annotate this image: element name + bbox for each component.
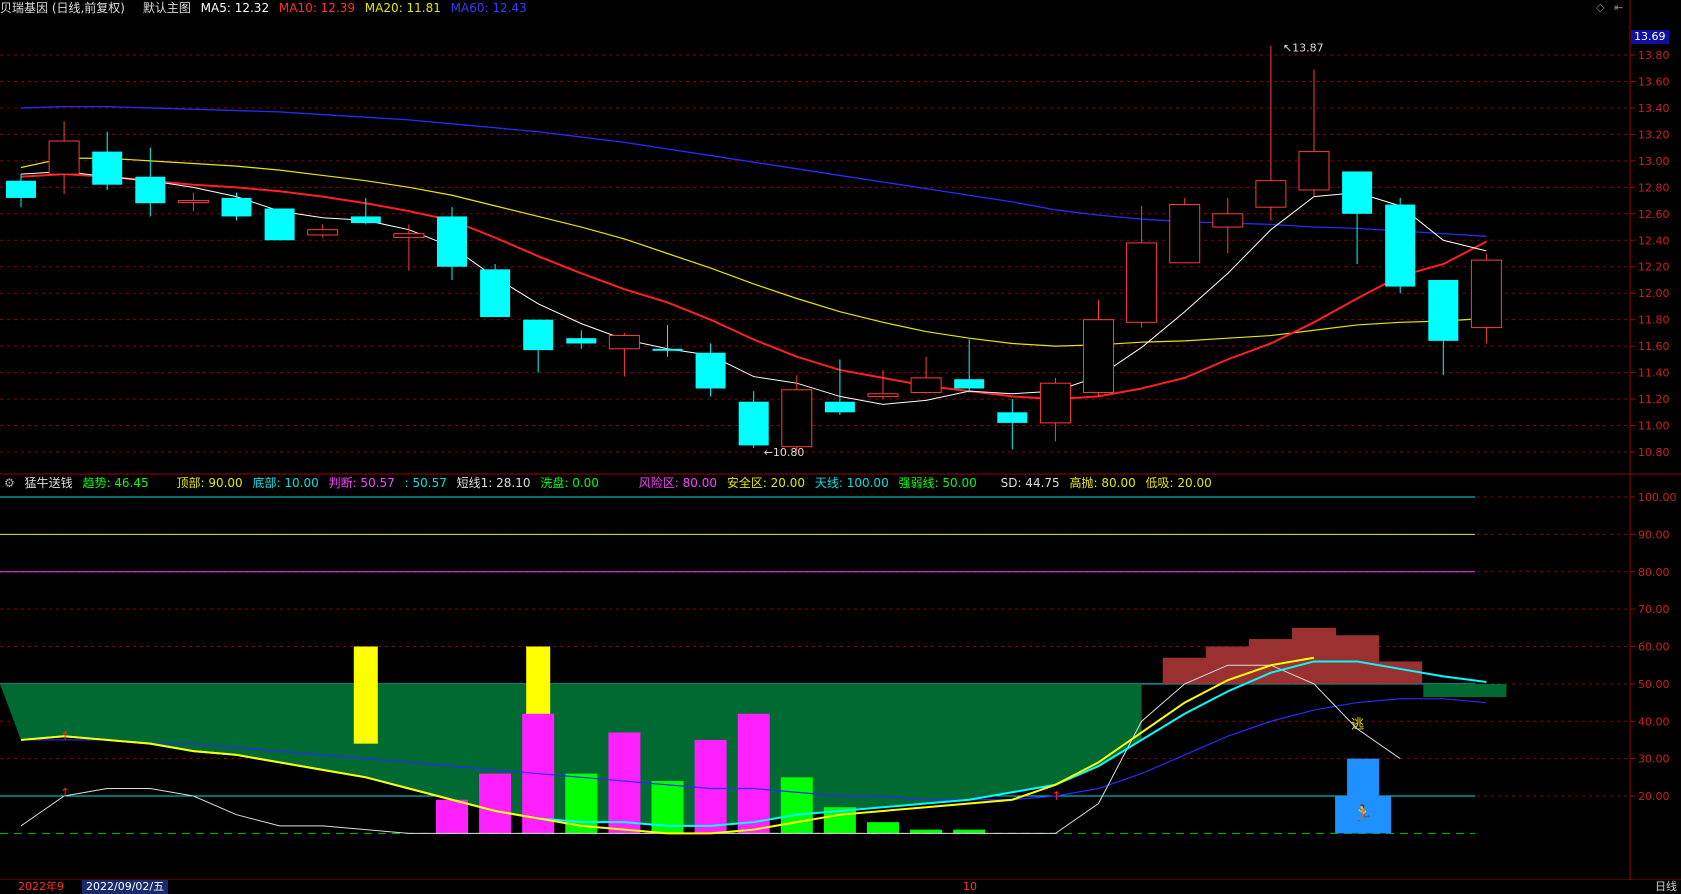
candle-body-down	[695, 352, 726, 389]
selected-date: 2022/09/02/五	[82, 880, 169, 894]
price-tick-label: 12.60	[1638, 208, 1670, 221]
candle-body-up	[1212, 213, 1244, 228]
green-area-right	[1423, 683, 1507, 697]
candle-body-down	[566, 338, 597, 344]
candle-body-up	[177, 200, 209, 204]
candle-body-up	[910, 377, 942, 393]
red-bar	[1378, 661, 1423, 684]
magenta-bar	[479, 773, 512, 834]
red-bar	[1248, 639, 1293, 684]
red-bar	[1162, 657, 1207, 684]
ind-tick-label: 60.00	[1638, 641, 1670, 654]
date-axis: 2022年9 2022/09/02/五 10	[0, 880, 1630, 894]
candle-body-down	[6, 180, 36, 198]
magenta-bar	[737, 713, 770, 834]
price-tick-label: 11.40	[1638, 367, 1670, 380]
runner-icon: 🏃	[1353, 803, 1373, 822]
price-tick-label: 13.00	[1638, 155, 1670, 168]
candle-body-down	[1385, 204, 1416, 287]
price-tick-label: 11.80	[1638, 314, 1670, 327]
candle-body-down	[1428, 279, 1459, 341]
ind-tick-label: 30.00	[1638, 753, 1670, 766]
green-bar	[867, 822, 899, 834]
ind-tick-label: 70.00	[1638, 603, 1670, 616]
buy-arrow-icon: ↑	[60, 729, 70, 743]
price-tick-label: 10.80	[1638, 446, 1670, 459]
high-price-label: ↖13.87	[1283, 42, 1324, 55]
candle-body-down	[997, 412, 1028, 423]
ind-tick-label: 100.00	[1638, 491, 1677, 504]
ind-tick-label: 40.00	[1638, 715, 1670, 728]
candle-body-up	[393, 233, 425, 239]
yellow-bar	[353, 646, 378, 744]
red-bar	[1292, 627, 1336, 684]
price-tick-label: 13.20	[1638, 128, 1670, 141]
price-tick-label: 13.60	[1638, 75, 1670, 88]
magenta-bar	[436, 799, 468, 834]
candle-body-down	[738, 401, 769, 446]
candle-body-up	[781, 389, 813, 448]
buy-arrow-icon: ↑	[1051, 789, 1061, 803]
candle-body-down	[92, 151, 123, 185]
candle-body-up	[1470, 259, 1502, 329]
ma60-line	[20, 105, 1487, 237]
magenta-bar	[608, 732, 641, 834]
candle-body-down	[824, 401, 855, 413]
candle-body-up	[307, 229, 339, 236]
buy-arrow-icon: ↑	[60, 785, 70, 799]
price-tick-label: 12.40	[1638, 234, 1670, 247]
candle-body-up	[1039, 382, 1071, 424]
price-tick-label: 12.20	[1638, 261, 1670, 274]
price-tick-label: 11.20	[1638, 393, 1670, 406]
candle-body-up	[1298, 151, 1330, 191]
price-tick-label: 12.00	[1638, 287, 1670, 300]
candle-body-up	[608, 335, 640, 350]
month-label-oct: 10	[963, 880, 977, 893]
ind-tick-label: 50.00	[1638, 678, 1670, 691]
current-price-tag: 13.69	[1631, 30, 1669, 44]
price-tick-label: 13.40	[1638, 102, 1670, 115]
candle-body-up	[1083, 319, 1114, 393]
price-tick-label: 11.60	[1638, 340, 1670, 353]
low-price-label: ←10.80	[764, 446, 805, 459]
cycle-label[interactable]: 日线	[1655, 880, 1677, 894]
candle-body-down	[437, 216, 467, 267]
candle-body-down	[135, 176, 166, 204]
magenta-bar	[694, 739, 727, 834]
month-label-sep: 2022年9	[18, 880, 64, 893]
green-bar	[910, 829, 943, 834]
candle-body-down	[221, 197, 252, 217]
candle-body-down	[523, 319, 554, 351]
candle-body-up	[48, 140, 80, 175]
candle-body-down	[652, 348, 683, 351]
candle-body-down	[264, 208, 295, 241]
stock-chart[interactable]: 13.80 13.60 13.40 13.20 13.00 12.80 12.60 12.40…	[0, 0, 1681, 880]
price-tick-label: 13.80	[1638, 49, 1670, 62]
candle-body-up	[1126, 242, 1158, 323]
candle-body-down	[480, 269, 511, 318]
candle-body-up	[1255, 180, 1287, 208]
red-bar	[1335, 635, 1380, 684]
candle-body-down	[1342, 171, 1373, 214]
candle-body-down	[350, 216, 381, 224]
price-tick-label: 11.00	[1638, 420, 1670, 433]
candle-body-up	[1169, 204, 1201, 264]
candle-body-up	[867, 393, 899, 397]
green-bar	[953, 829, 986, 834]
candle-body-down	[954, 379, 985, 389]
ind-tick-label: 20.00	[1638, 790, 1670, 803]
price-tick-label: 12.80	[1638, 181, 1670, 194]
ind-tick-label: 90.00	[1638, 528, 1670, 541]
ind-tick-label: 80.00	[1638, 566, 1670, 579]
